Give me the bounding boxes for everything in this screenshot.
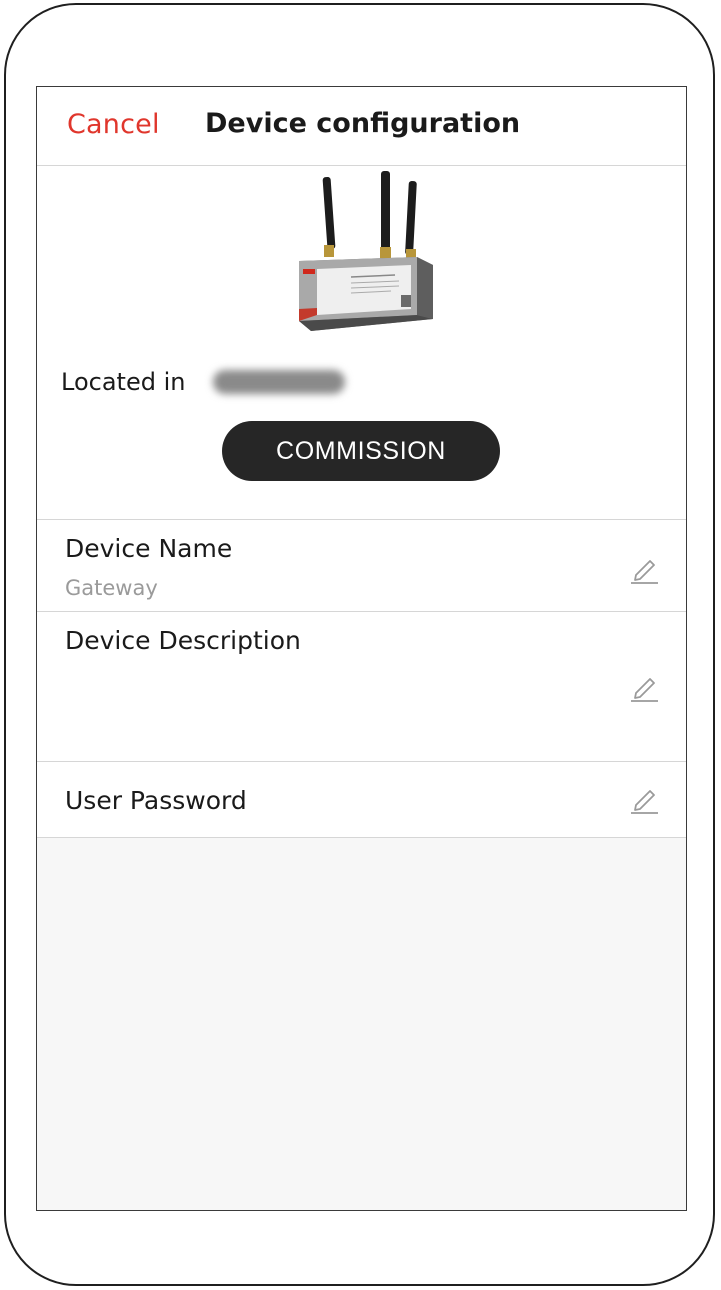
device-description-row[interactable]: Device Description (37, 611, 686, 761)
pencil-edit-icon[interactable] (628, 552, 660, 584)
cancel-button[interactable]: Cancel (67, 109, 160, 140)
user-password-label: User Password (65, 786, 247, 815)
commission-button[interactable]: COMMISSION (222, 421, 500, 481)
gateway-device-image (291, 169, 441, 337)
empty-content-area (37, 838, 686, 1210)
pencil-edit-icon[interactable] (628, 782, 660, 814)
located-in-value-redacted (213, 370, 345, 394)
device-name-row[interactable]: Device Name Gateway (37, 519, 686, 611)
device-description-label: Device Description (65, 626, 301, 655)
user-password-row[interactable]: User Password (37, 761, 686, 838)
pencil-edit-icon[interactable] (628, 670, 660, 702)
page-title: Device configuration (205, 108, 521, 139)
located-in-label: Located in (61, 368, 186, 396)
device-name-label: Device Name (65, 534, 233, 563)
navigation-bar: Cancel Device configuration (37, 87, 686, 166)
device-name-value: Gateway (65, 576, 158, 600)
app-screen: Cancel Device configuration Located in C… (36, 86, 687, 1211)
